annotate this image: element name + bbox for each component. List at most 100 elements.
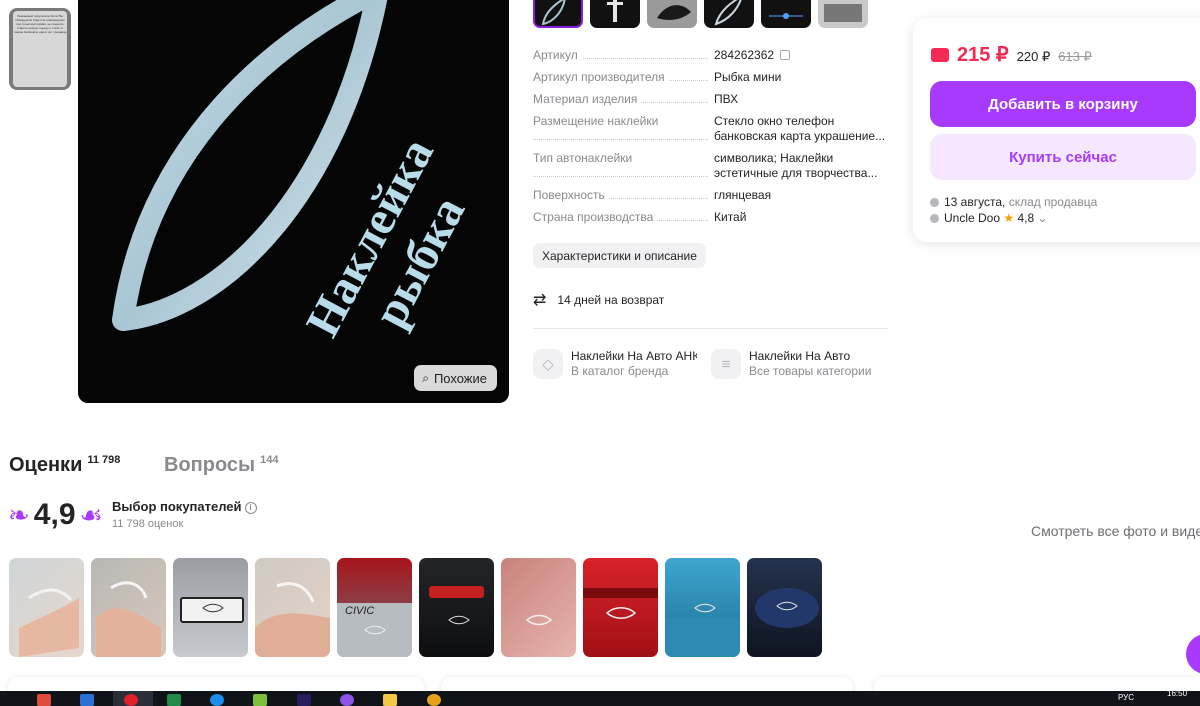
taskbar-chrome-icon[interactable] [427,694,441,706]
taskbar-word-icon[interactable] [80,694,94,706]
taskbar-app-icon[interactable] [37,694,51,706]
hand-with-sticker-image [255,582,330,657]
laurel-left-icon: ❧ [8,500,30,530]
taskbar-app-icon[interactable] [253,694,267,706]
taskbar-edge-icon[interactable] [210,694,224,706]
review-photo[interactable] [173,558,248,657]
taskbar-app-icon[interactable] [340,694,354,706]
spec-value: 284262362 [714,48,775,62]
laurel-right-icon: ☙ [79,500,103,530]
customer-choice-badge: Выбор покупателей [112,499,242,514]
chat-fab-button[interactable] [1186,634,1200,674]
car-taillight-image [429,586,484,625]
wallet-icon [931,48,949,62]
spec-key: Тип автонаклейки [533,151,637,165]
review-photo[interactable] [419,558,494,657]
tray-clock[interactable]: 16:50 [1167,689,1187,698]
review-photo[interactable] [747,558,822,657]
review-photo[interactable] [255,558,330,657]
category-subtitle: Все товары категории [749,364,872,378]
tray-language[interactable]: РУС [1118,693,1134,702]
price-without-wallet: 220 ₽ [1016,49,1051,64]
review-photo[interactable] [9,558,84,657]
hand-with-sticker-image [19,588,79,657]
thumbnail-2[interactable] [590,0,640,28]
similar-label: Похожие [433,370,487,386]
taskbar-opera-icon[interactable] [124,694,138,706]
tab-questions[interactable]: Вопросы 144 [164,454,278,477]
tab-ratings[interactable]: Оценки 11 798 [9,454,120,477]
taskbar-premiere-icon[interactable] [297,694,311,706]
red-car-image [583,588,658,619]
similar-button[interactable]: ⌕ Похожие [414,365,497,391]
spec-row-placement: Размещение наклейки Стекло окно телефон … [533,114,888,144]
category-title: Наклейки На Авто [749,349,851,363]
taskbar-explorer-icon[interactable] [383,694,397,706]
thumbnail-6[interactable] [818,0,868,28]
add-to-cart-button[interactable]: Добавить в корзину [930,81,1196,127]
category-link[interactable]: ≡ Наклейки На Авто Все товары категории [711,349,871,379]
car-civic-badge-image: CIVIC [337,603,412,657]
thumbnail-strip [533,0,868,28]
rating-value: 4,9 [33,498,76,531]
buy-card: 215 ₽ 220 ₽ 613 ₽ Добавить в корзину Куп… [913,18,1200,242]
windows-taskbar: РУС 16:50 [0,689,1200,706]
delivery-source: склад продавца [1008,195,1098,209]
divider [533,328,888,329]
taskbar-excel-icon[interactable] [167,694,181,706]
chevron-down-icon: ⌄ [1037,211,1048,225]
return-arrows-icon: ⇄ [533,292,547,309]
delivery-icon [930,198,939,207]
brand-subtitle: В каталог бренда [571,364,669,378]
tab-ratings-label: Оценки [9,454,83,476]
brand-catalog-link[interactable]: ◇ Наклейки На Авто АНК В каталог бренда [533,349,697,379]
thumbnail-diagram-icon [769,13,803,19]
review-photo[interactable] [91,558,166,657]
spec-value: Рыбка мини [714,70,782,84]
delivery-info: 13 августа, склад продавца Uncle Doo ★ 4… [930,194,1097,226]
spec-key: Артикул производителя [533,70,669,84]
thumbnail-fish-dark-icon [657,5,691,20]
rating-summary: ❧ 4,9 ☙ [8,498,103,532]
gallery-side-thumbnail[interactable]: Уважаемый покупатель! Если Вы обнаружили… [9,8,71,90]
copy-icon[interactable] [780,50,791,60]
spec-key: Артикул [533,48,582,62]
return-policy: ⇄ 14 дней на возврат [533,290,664,310]
thumbnail-4[interactable] [704,0,754,28]
delivery-date: 13 августа, [944,195,1006,209]
review-photo[interactable] [665,558,740,657]
see-all-photos-link[interactable]: Смотреть все фото и видео [1031,523,1200,539]
specs-and-description-button[interactable]: Характеристики и описание [533,243,706,268]
tab-ratings-count: 11 798 [87,454,121,466]
spec-value: Китай [714,210,747,224]
thumbnail-3[interactable] [647,0,697,28]
fish-sticker-illustration: Наклейка рыбка [112,0,475,345]
spec-key: Поверхность [533,188,609,202]
similar-search-icon: ⌕ [422,370,429,385]
seller-link[interactable]: Uncle Doo ★ 4,8 ⌄ [930,210,1097,226]
review-photo[interactable] [501,558,576,657]
tab-questions-count: 144 [260,454,279,466]
spec-row-article: Артикул 284262362 [533,48,888,63]
main-product-image[interactable]: Наклейка рыбка ⌕ Похожие [78,0,509,403]
buy-now-button[interactable]: Купить сейчас [930,134,1196,180]
thumbnail-photo-icon [824,4,862,22]
spec-value-line: символика; Наклейки [714,151,834,165]
thumbnail-5[interactable] [761,0,811,28]
product-specs: Артикул 284262362 Артикул производителя … [533,48,888,232]
review-photos: CIVIC [9,558,822,657]
price-row: 215 ₽ 220 ₽ 613 ₽ [931,42,1092,67]
spec-value: глянцевая [714,188,772,202]
pink-car-image [525,614,553,626]
spec-row-surface: Поверхность глянцевая [533,188,888,203]
thumbnail-1[interactable] [533,0,583,28]
spec-row-sticker-type: Тип автонаклейки символика; Наклейки эст… [533,151,888,181]
spec-value-line: Стекло окно телефон [714,114,835,128]
spec-row-material: Материал изделия ПВХ [533,92,888,107]
thumbnail-fish-icon [541,0,566,26]
review-photo[interactable] [583,558,658,657]
spec-value-line: банковская карта украшение... [714,129,886,143]
info-icon[interactable]: i [244,502,257,514]
review-photo[interactable]: CIVIC [337,558,412,657]
thumbnail-notice-text: Уважаемый покупатель! Если Вы обнаружили… [13,11,67,87]
